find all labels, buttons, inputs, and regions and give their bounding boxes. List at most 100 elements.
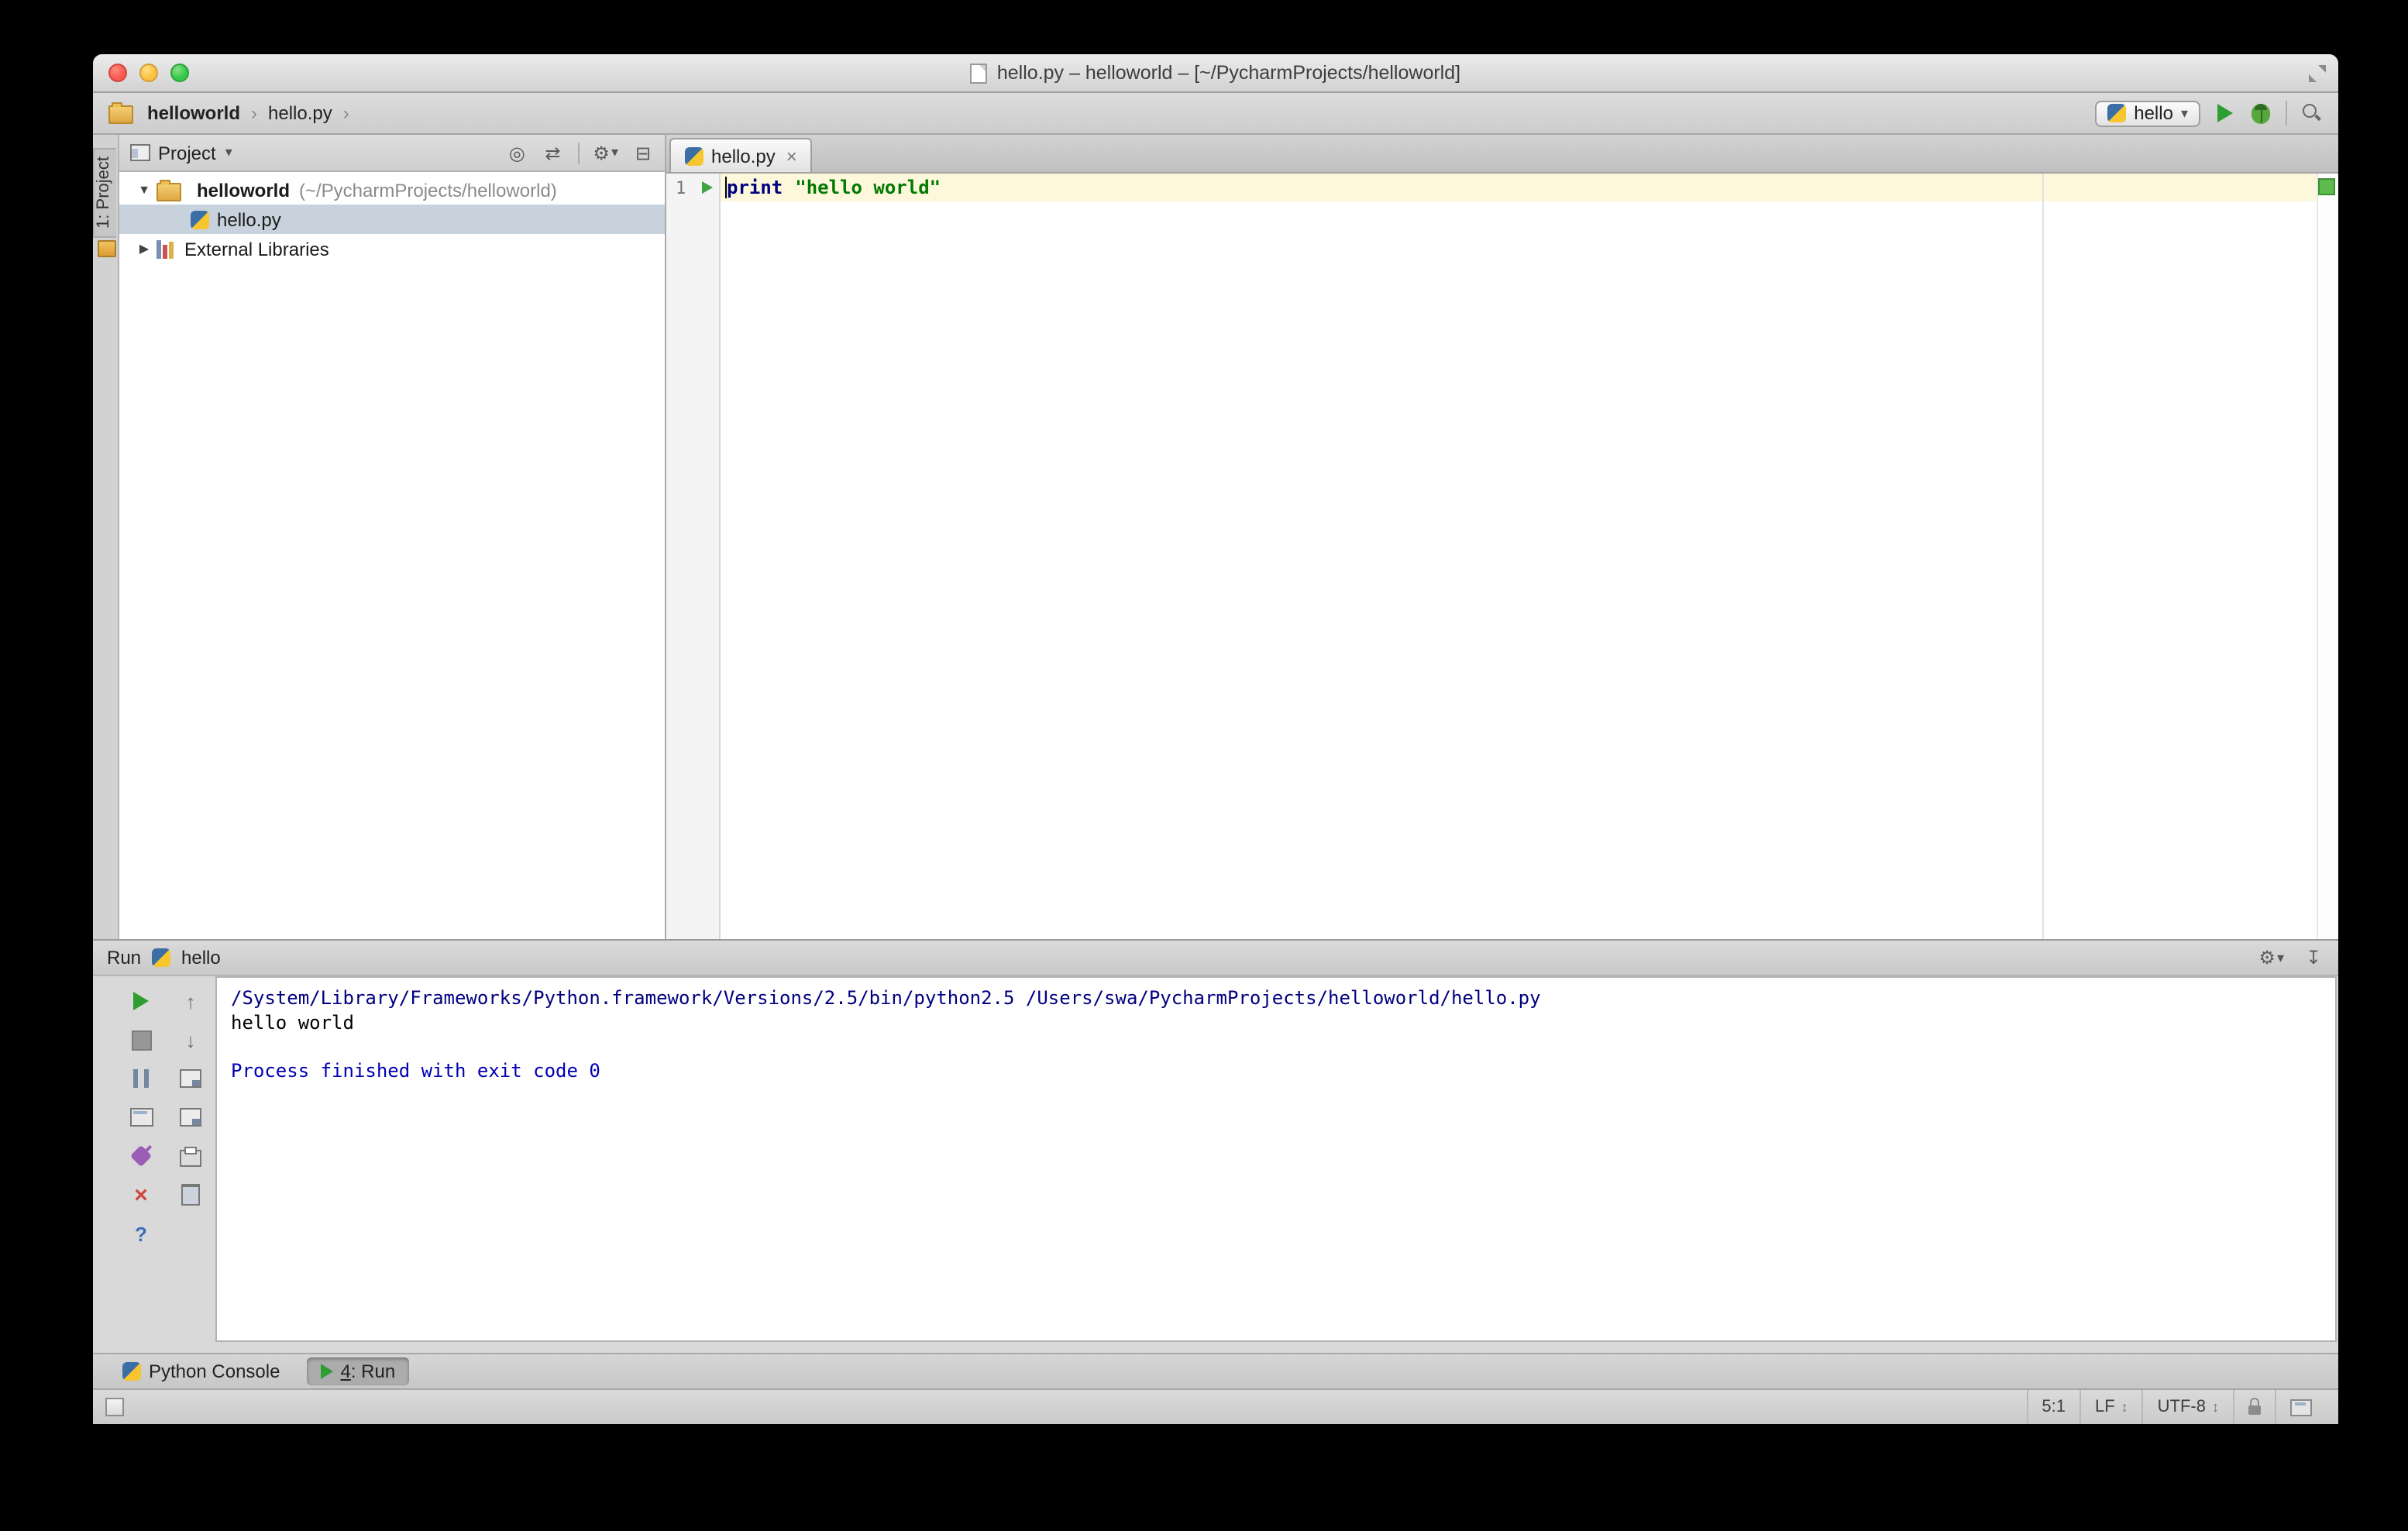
editor-gutter: 1 bbox=[666, 174, 721, 939]
line-separator-select[interactable]: LF ↕ bbox=[2079, 1390, 2142, 1424]
toolbar-divider bbox=[577, 142, 580, 163]
tool-window-button-python-console[interactable]: Python Console bbox=[108, 1357, 294, 1385]
breadcrumb-project[interactable]: helloworld bbox=[147, 102, 240, 124]
close-icon[interactable]: × bbox=[786, 146, 797, 165]
folder-icon bbox=[108, 102, 133, 124]
chevron-down-icon: ▾ bbox=[2180, 105, 2188, 120]
project-tool-window: Project ▾ ◎ ⇄ ⚙ ▾ ⊟ ▼ helloworld (~/Pych… bbox=[119, 135, 666, 939]
tab-hello-py[interactable]: hello.py × bbox=[669, 138, 813, 172]
attach-button[interactable] bbox=[129, 1144, 153, 1168]
line-number: 1 bbox=[676, 177, 686, 198]
pause-output-button[interactable] bbox=[130, 1068, 152, 1089]
code-editor[interactable]: print "hello world" bbox=[721, 174, 2338, 939]
debug-button[interactable] bbox=[2250, 101, 2272, 126]
scroll-to-end-button[interactable] bbox=[180, 1106, 201, 1128]
chevron-right-icon: › bbox=[342, 102, 349, 124]
rerun-button[interactable] bbox=[130, 990, 152, 1012]
run-config-select[interactable]: hello ▾ bbox=[2095, 100, 2200, 126]
chevron-right-icon: › bbox=[251, 102, 257, 124]
run-settings-button[interactable]: ⚙ ▾ bbox=[2258, 945, 2284, 970]
down-stack-trace-button[interactable]: ↓ bbox=[180, 1029, 201, 1051]
python-icon bbox=[122, 1362, 141, 1381]
console-line: hello world bbox=[231, 1011, 354, 1033]
libraries-icon bbox=[157, 239, 177, 258]
scroll-from-source-button[interactable]: ⇄ bbox=[542, 140, 563, 165]
project-panel-header: Project ▾ ◎ ⇄ ⚙ ▾ ⊟ bbox=[119, 135, 665, 172]
zoom-button[interactable] bbox=[170, 64, 189, 82]
settings-button[interactable]: ⚙ ▾ bbox=[593, 140, 618, 165]
clear-all-button[interactable] bbox=[180, 1184, 201, 1206]
breadcrumb-file[interactable]: hello.py bbox=[268, 102, 332, 124]
pycharm-window: hello.py – helloworld – [~/PycharmProjec… bbox=[93, 54, 2338, 1424]
tool-window-stripe: 1: Project bbox=[93, 135, 119, 939]
chevron-down-icon: ▾ bbox=[2276, 949, 2284, 965]
project-view-icon bbox=[130, 144, 150, 161]
run-tab-label[interactable]: hello bbox=[181, 947, 221, 968]
stop-button[interactable] bbox=[130, 1029, 152, 1051]
document-icon bbox=[970, 63, 988, 83]
line-separator-label: LF bbox=[2094, 1398, 2115, 1416]
readonly-toggle[interactable] bbox=[2233, 1390, 2275, 1424]
collapse-all-button[interactable]: ⊟ bbox=[632, 140, 654, 165]
help-icon: ? bbox=[135, 1222, 147, 1245]
chevron-right-icon[interactable]: ▶ bbox=[132, 242, 157, 256]
soft-wrap-button[interactable] bbox=[180, 1068, 201, 1089]
close-panel-button[interactable]: × bbox=[130, 1182, 152, 1208]
chevron-down-icon[interactable]: ▼ bbox=[132, 183, 157, 197]
stop-icon bbox=[131, 1030, 151, 1050]
main-content: 1: Project Project ▾ ◎ ⇄ ⚙ ▾ ⊟ ▼ hellowo… bbox=[93, 135, 2338, 939]
highlighting-level-button[interactable] bbox=[2275, 1390, 2326, 1424]
console-output[interactable]: /System/Library/Frameworks/Python.framew… bbox=[215, 976, 2337, 1342]
close-icon: × bbox=[134, 1182, 148, 1208]
search-icon bbox=[2303, 104, 2321, 122]
close-button[interactable] bbox=[108, 64, 127, 82]
caret-position[interactable]: 5:1 bbox=[2026, 1390, 2079, 1424]
tree-item-path: (~/PycharmProjects/helloworld) bbox=[299, 179, 557, 201]
hide-panel-button[interactable]: ↧ bbox=[2303, 945, 2324, 970]
chevron-down-icon[interactable]: ▾ bbox=[225, 144, 232, 161]
editor-tab-bar: hello.py × bbox=[666, 135, 2338, 174]
run-button[interactable] bbox=[2214, 101, 2236, 126]
minimize-button[interactable] bbox=[139, 64, 158, 82]
run-toolbar-right: ↑ ↓ bbox=[166, 976, 215, 1342]
run-gutter-icon[interactable] bbox=[702, 181, 713, 194]
editor-body: 1 print "hello world" bbox=[666, 174, 2338, 939]
run-toolbar-left: × ? bbox=[116, 976, 166, 1342]
run-button-label: : Run bbox=[350, 1361, 396, 1382]
toolbar-divider bbox=[2286, 101, 2287, 126]
project-view-selector[interactable]: Project bbox=[158, 142, 216, 163]
run-tool-window-header[interactable]: Run hello ⚙ ▾ ↧ bbox=[93, 939, 2338, 976]
title-bar[interactable]: hello.py – helloworld – [~/PycharmProjec… bbox=[93, 54, 2338, 93]
search-button[interactable] bbox=[2301, 101, 2323, 126]
up-stack-trace-button[interactable]: ↑ bbox=[180, 990, 201, 1012]
updown-icon: ↕ bbox=[2212, 1399, 2219, 1415]
python-file-icon bbox=[685, 146, 703, 165]
current-line: print "hello world" bbox=[721, 174, 2338, 201]
tool-window-button-project[interactable]: 1: Project bbox=[93, 147, 116, 238]
code-keyword: print bbox=[727, 177, 783, 198]
python-console-label: Python Console bbox=[149, 1361, 280, 1382]
encoding-select[interactable]: UTF-8 ↕ bbox=[2141, 1390, 2233, 1424]
code-string: "hello world" bbox=[795, 177, 941, 198]
project-tree: ▼ helloworld (~/PycharmProjects/hellowor… bbox=[119, 172, 665, 263]
tree-item-hello-py[interactable]: hello.py bbox=[119, 205, 665, 234]
tool-window-toggle-icon[interactable] bbox=[105, 1398, 124, 1416]
window-title: hello.py – helloworld – [~/PycharmProjec… bbox=[996, 62, 1461, 84]
resize-icon[interactable] bbox=[2309, 65, 2326, 82]
right-margin-guide bbox=[2042, 174, 2044, 939]
text-caret bbox=[725, 177, 727, 198]
scroll-to-end-icon bbox=[180, 1108, 201, 1127]
tree-item-external-libraries[interactable]: ▶ External Libraries bbox=[119, 234, 665, 263]
bug-icon bbox=[2251, 103, 2270, 123]
tool-window-button-run[interactable]: 4: Run bbox=[306, 1357, 410, 1385]
inspection-status-icon[interactable] bbox=[2318, 178, 2335, 195]
show-console-button[interactable] bbox=[129, 1106, 153, 1128]
print-button[interactable] bbox=[180, 1145, 201, 1167]
python-icon bbox=[2107, 104, 2127, 122]
monitor-icon bbox=[2290, 1399, 2312, 1416]
locate-button[interactable]: ◎ bbox=[506, 140, 528, 165]
desktop: hello.py – helloworld – [~/PycharmProjec… bbox=[0, 0, 2408, 1531]
tree-item-project-root[interactable]: ▼ helloworld (~/PycharmProjects/hellowor… bbox=[119, 175, 665, 205]
help-button[interactable]: ? bbox=[130, 1223, 152, 1244]
caret-position-label: 5:1 bbox=[2042, 1398, 2066, 1416]
